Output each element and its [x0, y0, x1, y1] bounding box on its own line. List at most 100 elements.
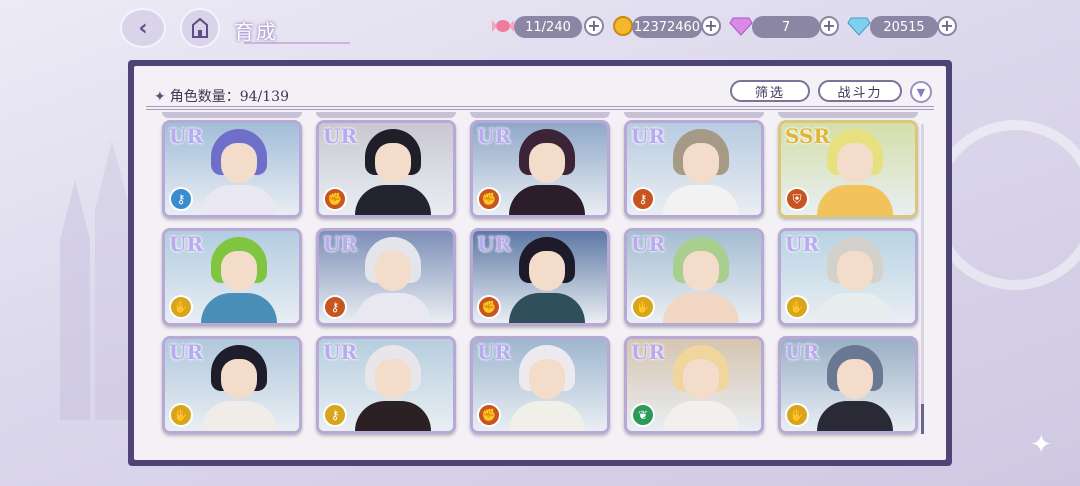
character-card[interactable]: UR ✊ — [316, 120, 456, 218]
key-icon: ⚷ — [323, 295, 347, 319]
hand-icon: ✋ — [785, 295, 809, 319]
character-panel-inner: ✦ 角色数量：94/139 筛选 战斗力 ▼ UR ⚷ UR ✊ UR ✊ UR ⚷ SSR ⛨ UR… — [134, 66, 946, 460]
sort-by-power-button[interactable]: 战斗力 — [818, 80, 902, 102]
character-portrait — [663, 345, 739, 431]
rarity-label: UR — [785, 340, 820, 364]
partial-card-above — [316, 112, 456, 118]
portrait-outfit — [201, 293, 277, 323]
partial-card-above — [162, 112, 302, 118]
portrait-outfit — [509, 401, 585, 431]
portrait-outfit — [817, 293, 893, 323]
character-portrait — [201, 129, 277, 215]
add-pink-gem-button[interactable]: + — [819, 16, 839, 36]
hand-icon: ✋ — [785, 403, 809, 427]
character-card[interactable]: UR ✊ — [470, 228, 610, 326]
filter-button[interactable]: 筛选 — [730, 80, 810, 102]
character-card[interactable]: UR ✋ — [162, 336, 302, 434]
character-card[interactable]: UR ✊ — [470, 336, 610, 434]
portrait-outfit — [663, 401, 739, 431]
candy-icon — [490, 13, 516, 39]
character-card[interactable]: UR ✋ — [778, 336, 918, 434]
ferris-wheel-decoration — [930, 120, 1080, 290]
partial-card-above — [778, 112, 918, 118]
portrait-outfit — [355, 293, 431, 323]
character-card[interactable]: UR ⚷ — [624, 120, 764, 218]
hand-icon: ✋ — [169, 403, 193, 427]
character-card[interactable]: UR ⚷ — [316, 228, 456, 326]
character-card[interactable]: UR ⚷ — [316, 336, 456, 434]
gold-counter: 12372460 — [632, 16, 702, 38]
portrait-outfit — [201, 401, 277, 431]
character-portrait — [663, 129, 739, 215]
character-card[interactable]: UR ✊ — [470, 120, 610, 218]
character-card[interactable]: UR ⚷ — [162, 120, 302, 218]
partial-card-above — [624, 112, 764, 118]
key-icon: ⚷ — [169, 187, 193, 211]
leaf-icon: ❦ — [631, 403, 655, 427]
portrait-face — [683, 359, 719, 399]
portrait-outfit — [509, 185, 585, 215]
portrait-outfit — [355, 185, 431, 215]
candy-counter: 11/240 — [514, 16, 582, 38]
character-portrait — [663, 237, 739, 323]
partial-card-above — [470, 112, 610, 118]
hand-icon: ✋ — [169, 295, 193, 319]
character-portrait — [817, 237, 893, 323]
sparkle-icon: ✦ — [154, 89, 166, 105]
character-portrait — [355, 129, 431, 215]
back-arrow-icon: ‹ — [138, 15, 148, 41]
character-count: ✦ 角色数量：94/139 — [154, 86, 289, 106]
rarity-label: UR — [631, 124, 666, 148]
hand-icon: ✋ — [631, 295, 655, 319]
character-card[interactable]: UR ✋ — [624, 228, 764, 326]
rarity-label: UR — [323, 340, 358, 364]
portrait-outfit — [509, 293, 585, 323]
rarity-label: UR — [323, 232, 358, 256]
portrait-outfit — [817, 401, 893, 431]
header-divider — [146, 106, 934, 110]
portrait-face — [683, 251, 719, 291]
portrait-face — [221, 143, 257, 183]
character-card[interactable]: UR ❦ — [624, 336, 764, 434]
scrollbar-thumb[interactable] — [921, 404, 924, 434]
back-button[interactable]: ‹ — [120, 8, 166, 48]
home-button[interactable] — [180, 8, 220, 48]
pink-diamond-icon — [728, 13, 754, 39]
add-candy-button[interactable]: + — [584, 16, 604, 36]
character-card[interactable]: SSR ⛨ — [778, 120, 918, 218]
add-gold-button[interactable]: + — [701, 16, 721, 36]
portrait-outfit — [817, 185, 893, 215]
fist-icon: ✊ — [477, 187, 501, 211]
character-portrait — [201, 345, 277, 431]
rarity-label: UR — [631, 340, 666, 364]
rarity-label: UR — [169, 124, 204, 148]
character-count-text: 角色数量：94/139 — [169, 89, 289, 105]
rarity-label: UR — [477, 340, 512, 364]
character-portrait — [509, 237, 585, 323]
castle-icon — [192, 18, 208, 38]
portrait-face — [683, 143, 719, 183]
portrait-face — [221, 251, 257, 291]
character-portrait — [509, 345, 585, 431]
key-icon: ⚷ — [631, 187, 655, 211]
rarity-label: UR — [169, 340, 204, 364]
character-panel: ✦ 角色数量：94/139 筛选 战斗力 ▼ UR ⚷ UR ✊ UR ✊ UR ⚷ SSR ⛨ UR… — [128, 60, 952, 466]
character-card[interactable]: UR ✋ — [162, 228, 302, 326]
sort-order-button[interactable]: ▼ — [910, 81, 932, 103]
character-portrait — [355, 237, 431, 323]
character-portrait — [355, 345, 431, 431]
portrait-face — [529, 143, 565, 183]
character-portrait — [509, 129, 585, 215]
portrait-face — [221, 359, 257, 399]
character-card[interactable]: UR ✋ — [778, 228, 918, 326]
grid-scrollbar[interactable] — [921, 124, 924, 434]
portrait-face — [837, 143, 873, 183]
portrait-face — [375, 143, 411, 183]
rarity-label: SSR — [785, 124, 831, 148]
blue-gem-counter: 20515 — [870, 16, 938, 38]
portrait-face — [529, 359, 565, 399]
rarity-label: UR — [477, 124, 512, 148]
rarity-label: UR — [323, 124, 358, 148]
rarity-label: UR — [477, 232, 512, 256]
add-blue-gem-button[interactable]: + — [937, 16, 957, 36]
